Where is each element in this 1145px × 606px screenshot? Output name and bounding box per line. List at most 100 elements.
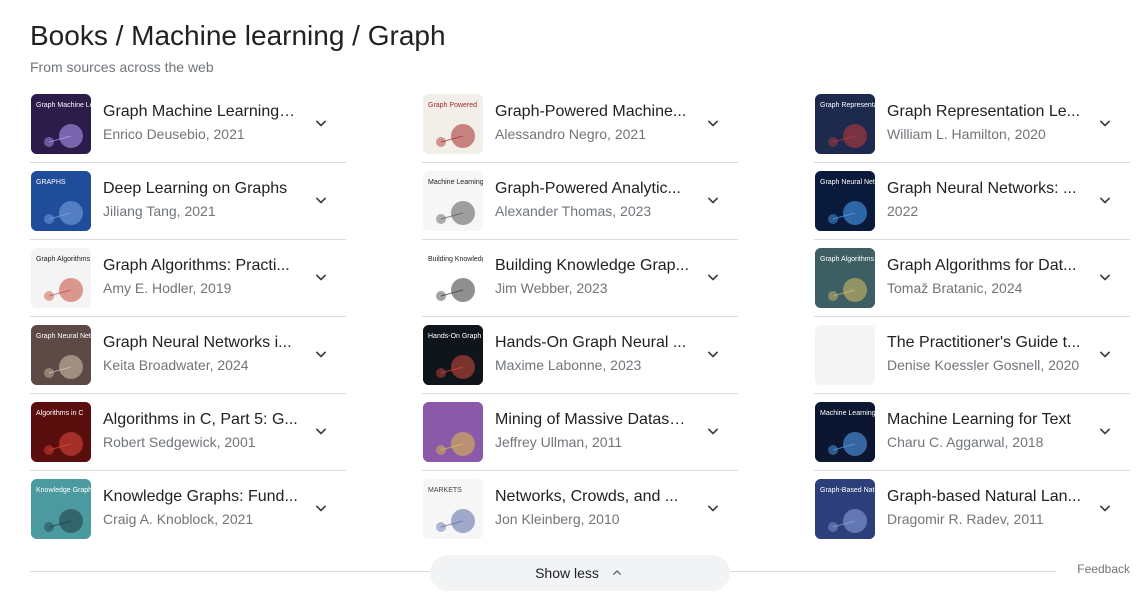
page-title: Books / Machine learning / Graph (30, 20, 446, 51)
book-item[interactable]: Building Knowledge Graphs Building Knowle… (422, 240, 738, 317)
book-title[interactable]: Graph Machine Learning: ... (103, 100, 299, 124)
book-item[interactable]: Graph Neural Networks Graph Neural Networ… (814, 163, 1130, 240)
expand-button[interactable] (310, 266, 332, 288)
book-cover-image[interactable]: Machine Learning with TigerGraph (423, 171, 483, 231)
book-title[interactable]: Graph Neural Networks: ... (887, 177, 1083, 201)
expand-button[interactable] (1094, 266, 1116, 288)
book-cover-image[interactable]: Building Knowledge Graphs (423, 248, 483, 308)
book-item[interactable]: Knowledge Graphs Knowledge Graphs: Fund..… (30, 471, 346, 548)
book-title[interactable]: Building Knowledge Grap... (495, 254, 691, 278)
book-item[interactable]: Mining of Massive Datase... Jeffrey Ullma… (422, 394, 738, 471)
book-title[interactable]: Graph Neural Networks i... (103, 331, 299, 355)
book-cover-image[interactable]: MARKETS (423, 479, 483, 539)
book-cover-image[interactable]: GRAPHS (31, 171, 91, 231)
book-author-year: Charu C. Aggarwal, 2018 (887, 434, 1044, 450)
expand-button[interactable] (1094, 420, 1116, 442)
book-cover-image[interactable]: Graph Algorithms (31, 248, 91, 308)
book-cover-image[interactable]: Graph Machine Learning (31, 94, 91, 154)
book-cover-image[interactable]: Graph Algorithms (815, 248, 875, 308)
book-text: Hands-On Graph Neural ... Maxime Labonne,… (495, 331, 691, 375)
expand-button[interactable] (702, 189, 724, 211)
expand-button[interactable] (310, 420, 332, 442)
chevron-down-icon (316, 428, 326, 435)
book-title[interactable]: Graph-Powered Analytic... (495, 177, 691, 201)
book-title[interactable]: Networks, Crowds, and ... (495, 485, 691, 509)
book-text: Algorithms in C, Part 5: G... Robert Sedg… (103, 408, 299, 452)
book-item[interactable]: Machine Learning for Text Machine Learnin… (814, 394, 1130, 471)
book-title[interactable]: Graph Representation Le... (887, 100, 1083, 124)
book-title[interactable]: Hands-On Graph Neural ... (495, 331, 691, 355)
cover-art: Hands-On Graph Neural Networks (423, 325, 483, 385)
book-item[interactable]: Algorithms in C Algorithms in C, Part 5: … (30, 394, 346, 471)
book-text: Graph-Powered Analytic... Alexander Thoma… (495, 177, 691, 221)
book-item[interactable]: Graph Algorithms Graph Algorithms: Practi… (30, 240, 346, 317)
book-title[interactable]: The Practitioner's Guide t... (887, 331, 1083, 355)
book-author-year: Tomaž Bratanic, 2024 (887, 280, 1023, 296)
expand-button[interactable] (702, 497, 724, 519)
chevron-down-icon (1100, 428, 1110, 435)
book-cover-image[interactable]: Knowledge Graphs (31, 479, 91, 539)
book-cover-image[interactable]: Graph Neural Networks (31, 325, 91, 385)
book-column-1: Graph Machine Learning Graph Machine Lear… (30, 86, 346, 548)
book-item[interactable]: Graph Algorithms Graph Algorithms for Dat… (814, 240, 1130, 317)
book-title[interactable]: Algorithms in C, Part 5: G... (103, 408, 299, 432)
cover-art: Algorithms in C (31, 402, 91, 462)
book-cover-image[interactable]: Algorithms in C (31, 402, 91, 462)
chevron-down-icon (316, 274, 326, 281)
book-cover-image[interactable] (815, 325, 875, 385)
book-cover-image[interactable]: Graph-Based Natural Language Processing (815, 479, 875, 539)
chevron-down-icon (708, 274, 718, 281)
expand-button[interactable] (310, 189, 332, 211)
book-author-year: Enrico Deusebio, 2021 (103, 126, 245, 142)
expand-button[interactable] (702, 343, 724, 365)
book-item[interactable]: Hands-On Graph Neural Networks Hands-On G… (422, 317, 738, 394)
book-cover-image[interactable] (423, 402, 483, 462)
book-cover-image[interactable]: Graph Neural Networks (815, 171, 875, 231)
book-cover-image[interactable]: Graph Representation Learning (815, 94, 875, 154)
expand-button[interactable] (702, 420, 724, 442)
expand-button[interactable] (310, 112, 332, 134)
book-author-year: Jiliang Tang, 2021 (103, 203, 216, 219)
expand-button[interactable] (310, 497, 332, 519)
cover-label: Graph Machine Learning (36, 102, 91, 109)
book-title[interactable]: Graph Algorithms: Practi... (103, 254, 299, 278)
cover-label: Algorithms in C (36, 410, 83, 417)
book-author-year: Dragomir R. Radev, 2011 (887, 511, 1044, 527)
book-item[interactable]: Graph Representation Learning Graph Repre… (814, 86, 1130, 163)
feedback-link[interactable]: Feedback (1077, 562, 1130, 576)
cover-label: Knowledge Graphs (36, 487, 91, 494)
book-item[interactable]: The Practitioner's Guide t... Denise Koes… (814, 317, 1130, 394)
book-item[interactable]: Graph Neural Networks Graph Neural Networ… (30, 317, 346, 394)
chevron-down-icon (708, 428, 718, 435)
book-item[interactable]: MARKETS Networks, Crowds, and ... Jon Klei… (422, 471, 738, 548)
book-item[interactable]: Machine Learning with TigerGraph Graph-Po… (422, 163, 738, 240)
panel-header: Books / Machine learning / Graph From so… (30, 18, 446, 77)
cover-label: Machine Learning with TigerGraph (428, 179, 483, 186)
book-title[interactable]: Graph-based Natural Lan... (887, 485, 1083, 509)
book-title[interactable]: Machine Learning for Text (887, 408, 1083, 432)
expand-button[interactable] (1094, 497, 1116, 519)
book-title[interactable]: Graph Algorithms for Dat... (887, 254, 1083, 278)
expand-button[interactable] (1094, 343, 1116, 365)
book-item[interactable]: Graph Machine Learning Graph Machine Lear… (30, 86, 346, 163)
book-item[interactable]: GRAPHS Deep Learning on Graphs Jiliang Tan… (30, 163, 346, 240)
book-cover-image[interactable]: Machine Learning for Text (815, 402, 875, 462)
chevron-down-icon (1100, 274, 1110, 281)
book-item[interactable]: Graph Powered Graph-Powered Machine... Ale… (422, 86, 738, 163)
book-cover-image[interactable]: Hands-On Graph Neural Networks (423, 325, 483, 385)
expand-button[interactable] (310, 343, 332, 365)
book-title[interactable]: Mining of Massive Datase... (495, 408, 691, 432)
show-less-button[interactable]: Show less (430, 555, 730, 591)
book-item[interactable]: Graph-Based Natural Language Processing G… (814, 471, 1130, 548)
expand-button[interactable] (702, 112, 724, 134)
book-text: Graph Algorithms: Practi... Amy E. Hodler… (103, 254, 299, 298)
expand-button[interactable] (1094, 112, 1116, 134)
book-text: Mining of Massive Datase... Jeffrey Ullma… (495, 408, 691, 452)
expand-button[interactable] (1094, 189, 1116, 211)
book-cover-image[interactable]: Graph Powered (423, 94, 483, 154)
book-title[interactable]: Knowledge Graphs: Fund... (103, 485, 299, 509)
book-title[interactable]: Deep Learning on Graphs (103, 177, 299, 201)
chevron-down-icon (316, 197, 326, 204)
book-title[interactable]: Graph-Powered Machine... (495, 100, 691, 124)
expand-button[interactable] (702, 266, 724, 288)
